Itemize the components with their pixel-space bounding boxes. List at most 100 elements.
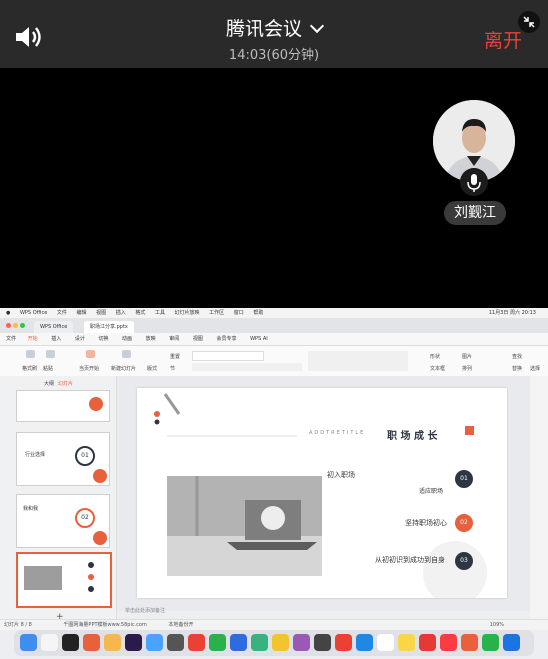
- notes-icon[interactable]: [398, 634, 415, 651]
- slide[interactable]: ADDTRETITLE 职 场 成 长 初入职场 01 适应职场 坚持职场初心 …: [137, 388, 507, 598]
- font-style-tools[interactable]: [192, 363, 302, 371]
- minimize-window-icon[interactable]: [13, 323, 18, 328]
- font-select[interactable]: [192, 351, 264, 361]
- slide-item-3: 坚持职场初心: [405, 519, 447, 527]
- calculator-icon[interactable]: [314, 634, 331, 651]
- right-tool-sidebar[interactable]: [530, 376, 548, 619]
- ribbon-layout[interactable]: 版式: [147, 365, 157, 372]
- menu-file[interactable]: 文件: [6, 336, 16, 342]
- close-window-icon[interactable]: [6, 323, 11, 328]
- menu-review[interactable]: 审阅: [169, 336, 179, 342]
- app-icon-2[interactable]: [230, 634, 247, 651]
- wechat-icon[interactable]: [209, 634, 226, 651]
- notes-area[interactable]: 单击此处添加备注: [117, 606, 541, 616]
- leave-button[interactable]: 离开: [484, 26, 522, 53]
- menu-view[interactable]: 视图: [193, 336, 203, 342]
- app-icon-7[interactable]: [356, 634, 373, 651]
- os-menu-0[interactable]: WPS Office: [20, 310, 47, 316]
- os-menu-8[interactable]: 工作区: [209, 310, 224, 316]
- backup-status[interactable]: 本地备份开: [168, 622, 193, 628]
- chevron-down-icon: [309, 18, 325, 34]
- format-painter-icon[interactable]: [26, 350, 35, 358]
- slide-thumbnail[interactable]: 我和我 02: [16, 494, 110, 548]
- menu-wps-ai[interactable]: WPS AI: [250, 336, 268, 342]
- ribbon-replace[interactable]: 替换: [512, 365, 522, 372]
- finder-icon[interactable]: [20, 634, 37, 651]
- ribbon-find[interactable]: 查找: [512, 353, 522, 360]
- menu-slideshow[interactable]: 放映: [146, 336, 156, 342]
- app-icon[interactable]: [83, 634, 100, 651]
- app-icon-8[interactable]: [461, 634, 478, 651]
- app-icon-5[interactable]: [293, 634, 310, 651]
- ribbon-picture[interactable]: 图片: [462, 353, 472, 360]
- os-menu-2[interactable]: 编辑: [77, 310, 87, 316]
- ribbon-paste[interactable]: 粘贴: [43, 365, 53, 372]
- slide-thumbnail-panel: 大纲 幻灯片 行业选择 01 我和我 02 +: [0, 376, 117, 622]
- os-menu-7[interactable]: 幻灯片放映: [175, 310, 200, 316]
- photoshop-icon[interactable]: [125, 634, 142, 651]
- music-icon[interactable]: [440, 634, 457, 651]
- play-from-current-icon[interactable]: [86, 350, 95, 358]
- photos-icon[interactable]: [104, 634, 121, 651]
- ribbon-textbox[interactable]: 文本框: [430, 365, 445, 372]
- os-menu-10[interactable]: 帮助: [253, 310, 263, 316]
- maximize-window-icon[interactable]: [20, 323, 25, 328]
- os-menu-4[interactable]: 插入: [116, 310, 126, 316]
- panel-tab-outline[interactable]: 大纲: [44, 380, 54, 387]
- meeting-time: 14:03(60分钟): [228, 48, 320, 63]
- app-store-icon[interactable]: [146, 634, 163, 651]
- menu-home[interactable]: 开始: [28, 336, 38, 342]
- ribbon-shape[interactable]: 形状: [430, 353, 440, 360]
- shrink-icon[interactable]: [518, 11, 540, 33]
- menu-animation[interactable]: 动画: [122, 336, 132, 342]
- os-menu-6[interactable]: 工具: [155, 310, 165, 316]
- os-menu-3[interactable]: 视图: [96, 310, 106, 316]
- app-icon-9[interactable]: [482, 634, 499, 651]
- paragraph-tools[interactable]: [308, 351, 408, 371]
- thumb-num-2: 02: [75, 508, 95, 528]
- menu-member[interactable]: 会员专享: [216, 336, 236, 342]
- slide-num-3: 03: [455, 552, 473, 570]
- panel-tab-slides[interactable]: 幻灯片: [58, 380, 73, 387]
- ribbon-new-slide[interactable]: 新建幻灯片: [111, 365, 136, 372]
- ribbon-play-current[interactable]: 当页开始: [79, 365, 99, 372]
- calendar-icon[interactable]: [377, 634, 394, 651]
- os-menu-5[interactable]: 格式: [135, 310, 145, 316]
- os-menu-1[interactable]: 文件: [57, 310, 67, 316]
- slide-thumbnail[interactable]: 行业选择 01: [16, 432, 110, 486]
- wps-icon[interactable]: [419, 634, 436, 651]
- thumb-text-1: 行业选择: [25, 452, 46, 458]
- ribbon-format-painter[interactable]: 格式刷: [22, 365, 37, 372]
- qq-icon[interactable]: [62, 634, 79, 651]
- slide-counter: 幻灯片 8 / 8: [4, 622, 32, 628]
- app-icon-4[interactable]: [272, 634, 289, 651]
- ribbon-toolbar: 格式刷 粘贴 当页开始 新建幻灯片 版式 节 重置 形状 图片 文本框 排列 查…: [0, 346, 548, 377]
- new-slide-icon[interactable]: [122, 350, 131, 358]
- settings-icon[interactable]: [167, 634, 184, 651]
- zoom-level[interactable]: 109%: [490, 620, 504, 630]
- tab-wps-office[interactable]: WPS Office: [34, 321, 74, 333]
- os-menu-9[interactable]: 窗口: [234, 310, 244, 316]
- app-icon-10[interactable]: [503, 634, 520, 651]
- menu-design[interactable]: 设计: [75, 336, 85, 342]
- menu-transition[interactable]: 切换: [98, 336, 108, 342]
- shared-screen: ● WPS Office 文件 编辑 视图 插入 格式 工具 幻灯片放映 工作区…: [0, 308, 548, 659]
- launchpad-icon[interactable]: [41, 634, 58, 651]
- app-icon-3[interactable]: [251, 634, 268, 651]
- tab-pptx-file[interactable]: 职场江分享.pptx: [84, 321, 134, 333]
- paste-icon[interactable]: [46, 350, 55, 358]
- apple-icon[interactable]: ●: [6, 310, 10, 316]
- ribbon-select[interactable]: 选择: [530, 365, 540, 372]
- meeting-title[interactable]: 腾讯会议: [0, 14, 548, 41]
- wps-menu-bar: 文件 开始 插入 设计 切换 动画 放映 审阅 视图 会员专享 WPS AI: [0, 333, 548, 346]
- ribbon-section[interactable]: 节: [170, 365, 175, 372]
- app-icon-6[interactable]: [335, 634, 352, 651]
- slide-thumbnail[interactable]: [16, 390, 110, 422]
- ribbon-reset[interactable]: 重置: [170, 353, 180, 360]
- ribbon-arrange[interactable]: 排列: [462, 365, 472, 372]
- os-menu-bar: ● WPS Office 文件 编辑 视图 插入 格式 工具 幻灯片放映 工作区…: [0, 308, 548, 318]
- chrome-icon[interactable]: [188, 634, 205, 651]
- wps-tab-row: WPS Office 职场江分享.pptx: [0, 318, 548, 333]
- slide-thumbnail-selected[interactable]: [16, 552, 112, 608]
- menu-insert[interactable]: 插入: [51, 336, 61, 342]
